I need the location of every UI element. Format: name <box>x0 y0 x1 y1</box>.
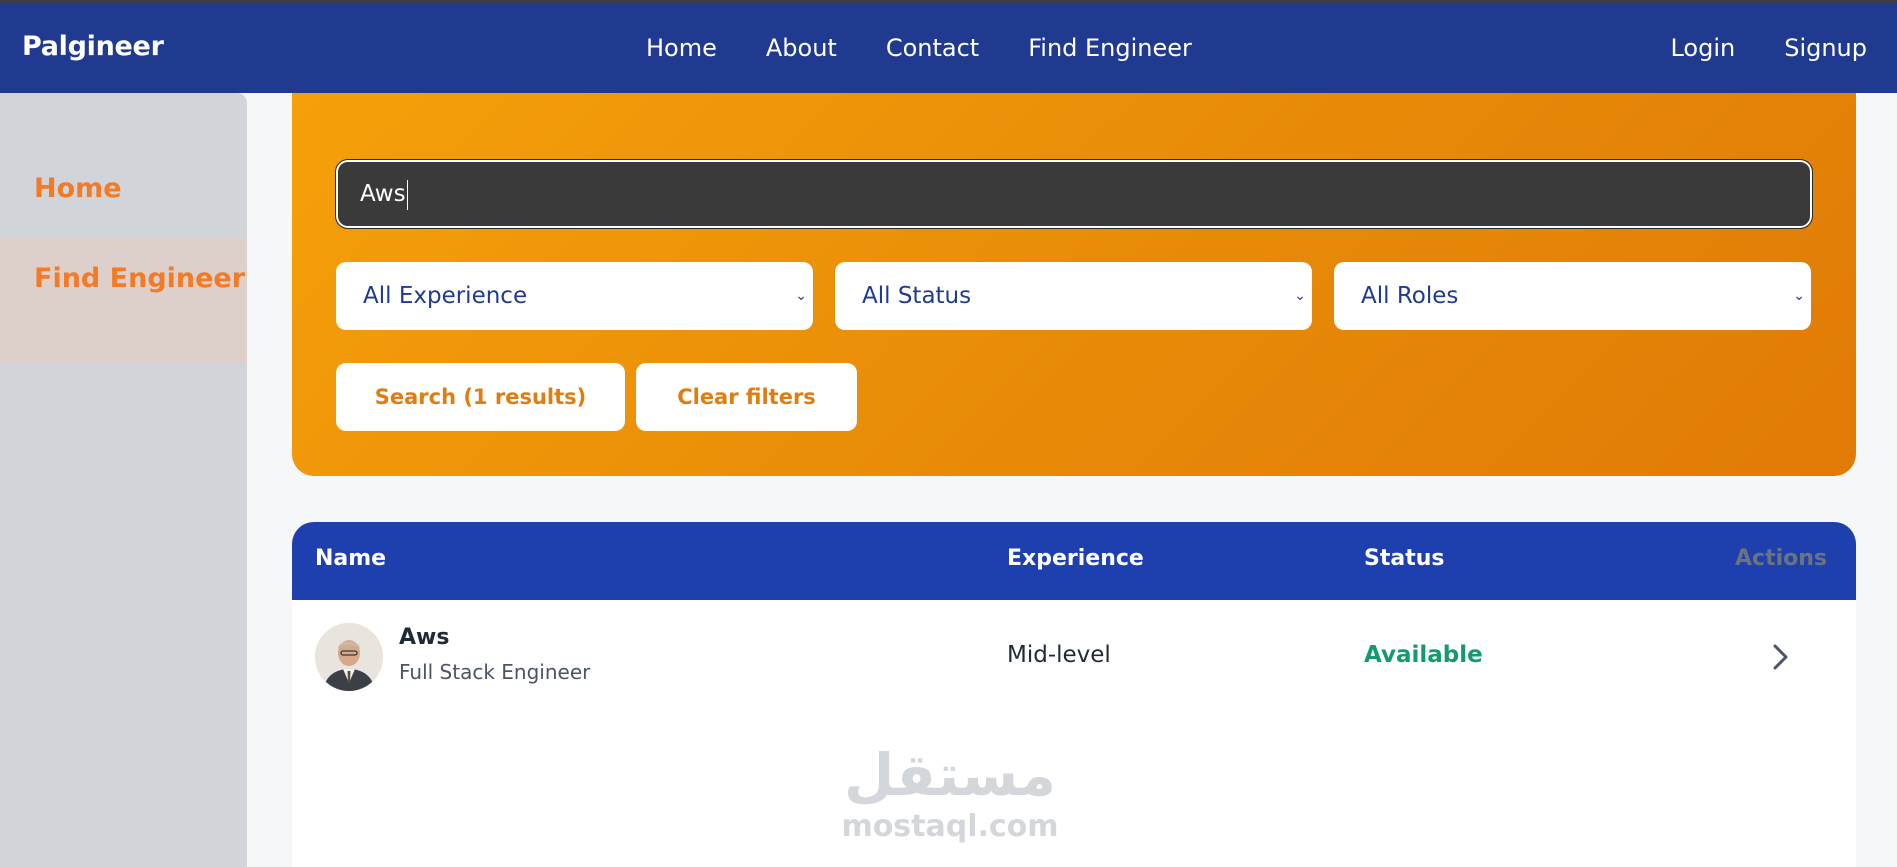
experience-select-value: All Experience <box>363 283 528 309</box>
sidebar: Home Find Engineer <box>0 93 247 867</box>
nav-about-link[interactable]: About <box>766 34 837 62</box>
chevron-down-icon: ⌄ <box>1294 288 1306 304</box>
experience-select[interactable]: All Experience ⌄ <box>336 262 813 330</box>
search-input-value: Aws <box>360 181 406 207</box>
column-header-status: Status <box>1364 546 1445 571</box>
status-select-value: All Status <box>862 283 972 309</box>
engineers-table: Name Experience Status Actions Aws Full … <box>292 522 1856 867</box>
roles-select-value: All Roles <box>1361 283 1459 309</box>
search-input[interactable]: Aws <box>335 159 1813 229</box>
nav-contact-link[interactable]: Contact <box>886 34 979 62</box>
sidebar-item-find-engineer[interactable]: Find Engineer <box>0 238 247 364</box>
engineer-avatar-image <box>315 623 383 691</box>
signup-link[interactable]: Signup <box>1784 34 1867 62</box>
status-select[interactable]: All Status ⌄ <box>835 262 1312 330</box>
status-badge: Available <box>1364 642 1483 668</box>
chevron-down-icon: ⌄ <box>1793 288 1805 304</box>
login-link[interactable]: Login <box>1670 34 1735 62</box>
top-navbar: Palgineer Home About Contact Find Engine… <box>0 0 1897 93</box>
engineer-name[interactable]: Aws <box>399 625 449 650</box>
search-button[interactable]: Search (1 results) <box>336 363 625 431</box>
auth-links: Login Signup <box>1670 34 1867 62</box>
column-header-name: Name <box>315 546 387 571</box>
column-header-actions: Actions <box>1735 546 1827 571</box>
search-panel: Aws All Experience ⌄ All Status ⌄ All Ro… <box>292 93 1856 476</box>
roles-select[interactable]: All Roles ⌄ <box>1334 262 1811 330</box>
engineer-role: Full Stack Engineer <box>399 660 591 684</box>
avatar <box>315 623 383 691</box>
watermark-url: mostaql.com <box>841 809 1059 844</box>
sidebar-item-home[interactable]: Home <box>0 168 247 209</box>
nav-find-engineer-link[interactable]: Find Engineer <box>1028 34 1192 62</box>
main-nav: Home About Contact Find Engineer <box>646 34 1192 62</box>
chevron-right-icon[interactable] <box>1762 639 1798 675</box>
watermark: مستقل mostaql.com <box>830 740 1070 844</box>
nav-home-link[interactable]: Home <box>646 34 717 62</box>
clear-filters-button[interactable]: Clear filters <box>636 363 857 431</box>
column-header-experience: Experience <box>1007 546 1144 571</box>
chevron-down-icon: ⌄ <box>795 288 807 304</box>
table-header: Name Experience Status Actions <box>292 522 1856 600</box>
text-caret <box>406 179 409 210</box>
engineer-experience: Mid-level <box>1007 642 1111 668</box>
watermark-logo: مستقل <box>843 741 1057 809</box>
brand-logo[interactable]: Palgineer <box>22 31 164 62</box>
